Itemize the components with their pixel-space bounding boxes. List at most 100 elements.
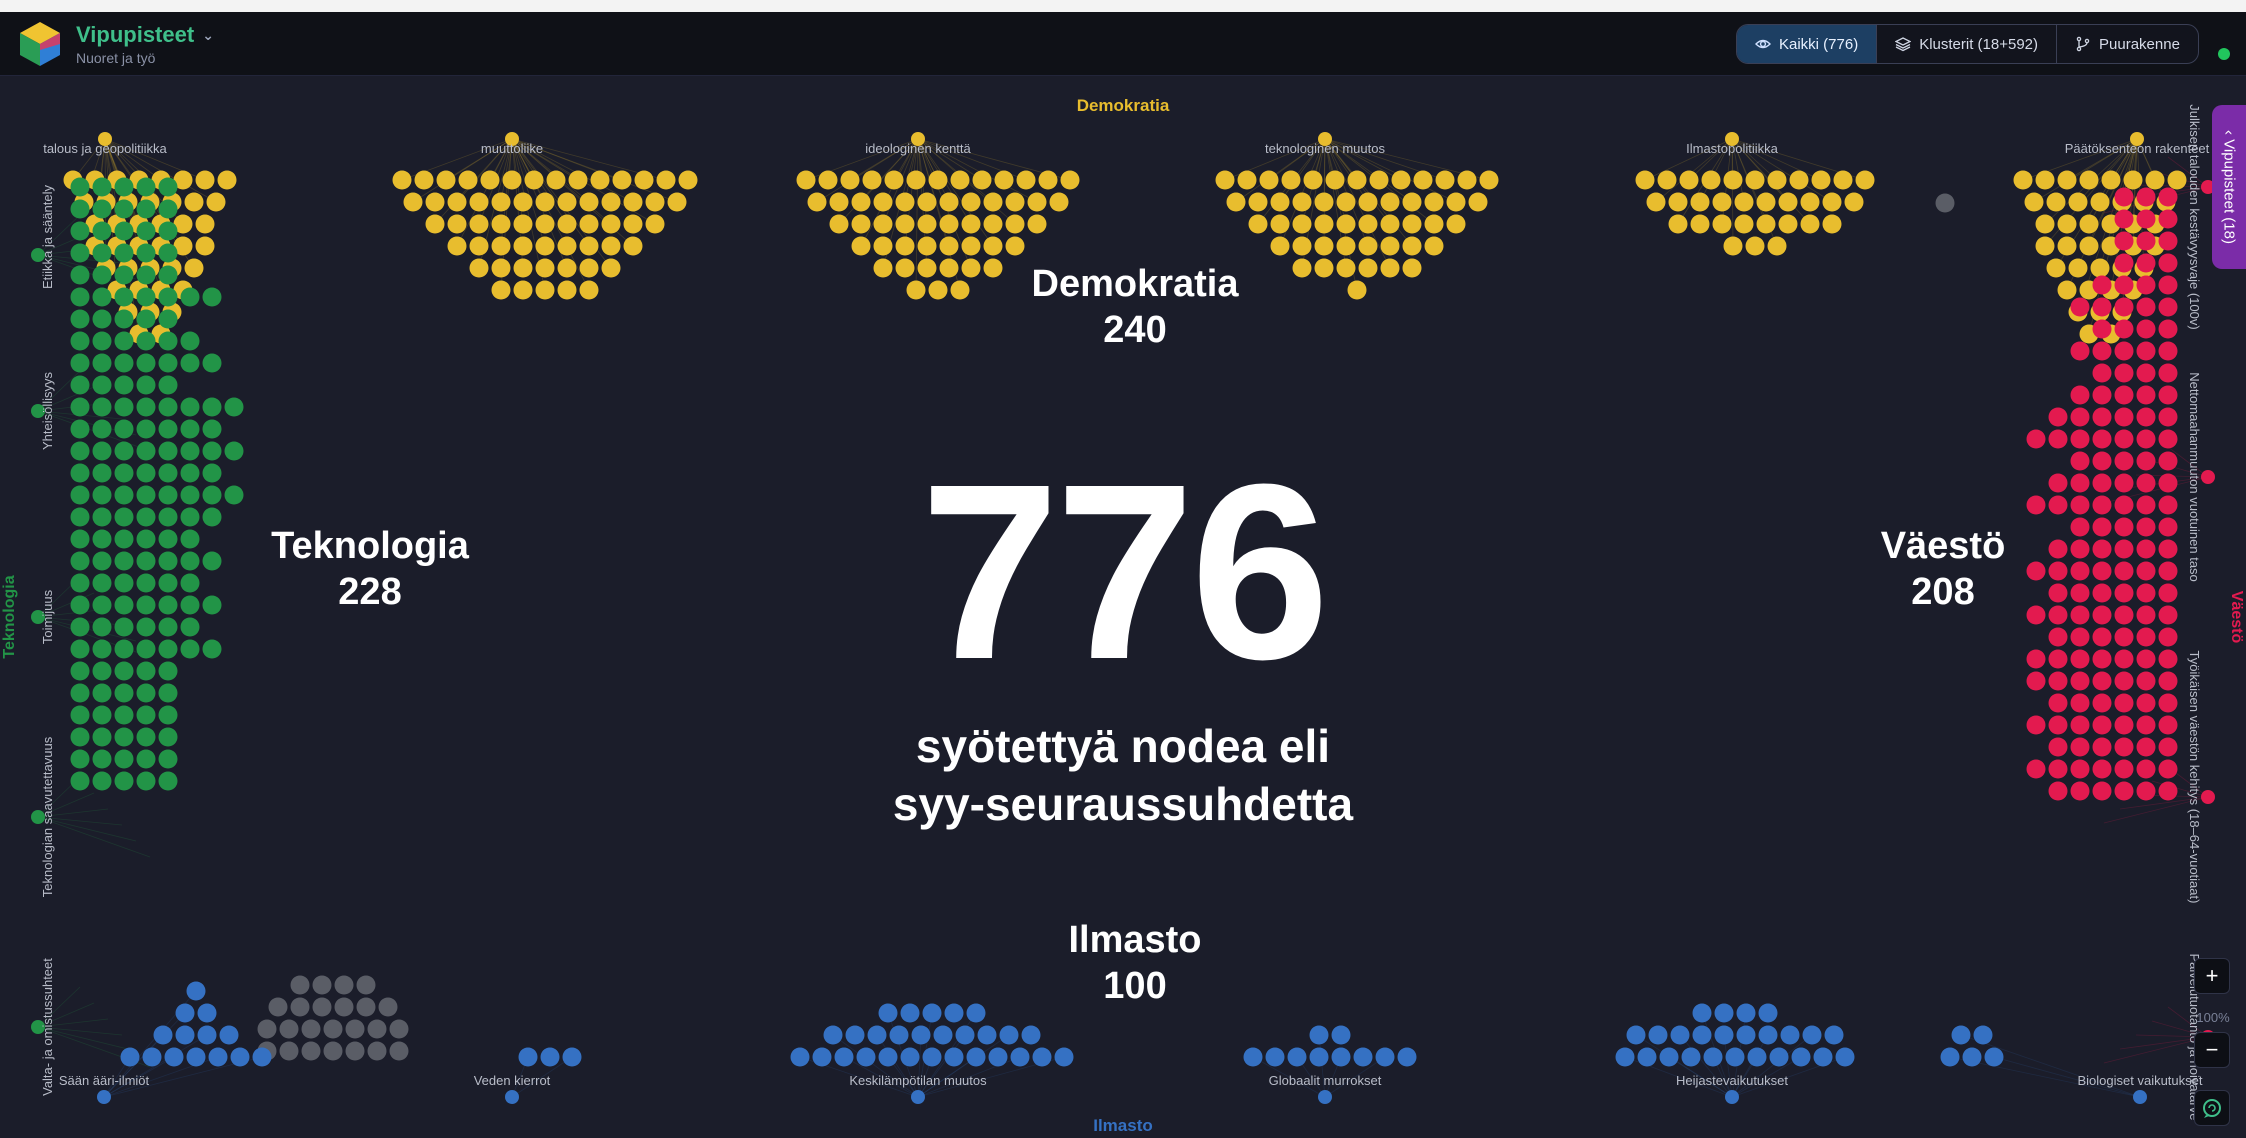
demokratia-node[interactable] (1292, 214, 1312, 234)
demokratia-node[interactable] (961, 192, 981, 212)
teknologia-node[interactable] (114, 287, 134, 307)
teknologia-node[interactable] (180, 353, 200, 373)
unassigned-node[interactable] (345, 1041, 365, 1061)
ilmasto-node[interactable] (966, 1047, 986, 1067)
vaesto-node[interactable] (2158, 319, 2178, 339)
vaesto-node[interactable] (2114, 297, 2134, 317)
demokratia-node[interactable] (1358, 214, 1378, 234)
demokratia-node[interactable] (656, 170, 676, 190)
app-logo-icon[interactable] (18, 20, 62, 68)
teknologia-node[interactable] (136, 375, 156, 395)
teknologia-node[interactable] (136, 309, 156, 329)
teknologia-node[interactable] (158, 265, 178, 285)
ilmasto-node[interactable] (1813, 1047, 1833, 1067)
vaesto-node[interactable] (2092, 275, 2112, 295)
demokratia-node[interactable] (983, 258, 1003, 278)
demokratia-node[interactable] (491, 258, 511, 278)
demokratia-node[interactable] (447, 236, 467, 256)
demokratia-node[interactable] (917, 192, 937, 212)
unassigned-node[interactable] (334, 975, 354, 995)
ilmasto-node[interactable] (999, 1025, 1019, 1045)
demokratia-node[interactable] (1248, 214, 1268, 234)
teknologia-node[interactable] (114, 243, 134, 263)
demokratia-node[interactable] (2079, 170, 2099, 190)
vaesto-node[interactable] (2070, 429, 2090, 449)
teknologia-node[interactable] (92, 331, 112, 351)
demokratia-node[interactable] (1259, 170, 1279, 190)
teknologia-node[interactable] (70, 375, 90, 395)
ilmasto-node[interactable] (1265, 1047, 1285, 1067)
demokratia-node[interactable] (1226, 192, 1246, 212)
demokratia-node[interactable] (1402, 258, 1422, 278)
unassigned-node[interactable] (312, 997, 332, 1017)
vaesto-node[interactable] (2158, 385, 2178, 405)
vaesto-node[interactable] (2158, 297, 2178, 317)
ilmasto-node[interactable] (219, 1025, 239, 1045)
demokratia-node[interactable] (217, 170, 237, 190)
vaesto-node[interactable] (2114, 341, 2134, 361)
ilmasto-node[interactable] (988, 1047, 1008, 1067)
unassigned-node[interactable] (378, 997, 398, 1017)
demokratia-node[interactable] (1027, 214, 1047, 234)
demokratia-node[interactable] (818, 170, 838, 190)
demokratia-node[interactable] (1822, 214, 1842, 234)
demokratia-node[interactable] (917, 258, 937, 278)
demokratia-node[interactable] (1745, 236, 1765, 256)
demokratia-node[interactable] (2101, 170, 2121, 190)
ilmasto-node[interactable] (1984, 1047, 2004, 1067)
ilmasto-node[interactable] (1309, 1025, 1329, 1045)
demokratia-node[interactable] (1723, 236, 1743, 256)
ilmasto-node[interactable] (922, 1003, 942, 1023)
demokratia-node[interactable] (491, 192, 511, 212)
ilmasto-node[interactable] (845, 1025, 865, 1045)
ilmasto-node[interactable] (540, 1047, 560, 1067)
vaesto-node[interactable] (2136, 297, 2156, 317)
demokratia-node[interactable] (623, 214, 643, 234)
ilmasto-node[interactable] (1331, 1047, 1351, 1067)
demokratia-node[interactable] (873, 192, 893, 212)
demokratia-node[interactable] (436, 170, 456, 190)
ilmasto-node[interactable] (922, 1047, 942, 1067)
demokratia-node[interactable] (983, 192, 1003, 212)
ilmasto-node[interactable] (1681, 1047, 1701, 1067)
teknologia-node[interactable] (180, 331, 200, 351)
ilmasto-node[interactable] (1951, 1025, 1971, 1045)
demokratia-node[interactable] (1380, 214, 1400, 234)
vaesto-node[interactable] (2070, 341, 2090, 361)
ilmasto-node[interactable] (175, 1003, 195, 1023)
teknologia-node[interactable] (202, 397, 222, 417)
demokratia-node[interactable] (961, 236, 981, 256)
vaesto-node[interactable] (2048, 407, 2068, 427)
unassigned-node[interactable] (323, 1019, 343, 1039)
ilmasto-node[interactable] (1615, 1047, 1635, 1067)
ilmasto-node[interactable] (1703, 1047, 1723, 1067)
demokratia-node[interactable] (1767, 236, 1787, 256)
ilmasto-node[interactable] (1769, 1047, 1789, 1067)
demokratia-node[interactable] (1314, 192, 1334, 212)
demokratia-node[interactable] (469, 214, 489, 234)
demokratia-node[interactable] (1292, 236, 1312, 256)
ilmasto-node[interactable] (197, 1003, 217, 1023)
demokratia-node[interactable] (2090, 258, 2110, 278)
demokratia-node[interactable] (1038, 170, 1058, 190)
ilmasto-node[interactable] (1714, 1003, 1734, 1023)
demokratia-node[interactable] (1778, 214, 1798, 234)
demokratia-node[interactable] (2024, 192, 2044, 212)
ilmasto-node[interactable] (1659, 1047, 1679, 1067)
unassigned-node[interactable] (1935, 193, 1955, 213)
demokratia-node[interactable] (601, 236, 621, 256)
demokratia-node[interactable] (1358, 258, 1378, 278)
demokratia-node[interactable] (195, 214, 215, 234)
demokratia-node[interactable] (2090, 192, 2110, 212)
demokratia-node[interactable] (601, 192, 621, 212)
demokratia-node[interactable] (1380, 236, 1400, 256)
teknologia-node[interactable] (158, 221, 178, 241)
vaesto-node[interactable] (2136, 231, 2156, 251)
teknologia-node[interactable] (202, 419, 222, 439)
demokratia-node[interactable] (535, 258, 555, 278)
demokratia-node[interactable] (1701, 170, 1721, 190)
vaesto-node[interactable] (2048, 429, 2068, 449)
view-clusters-button[interactable]: Klusterit (18+592) (1877, 25, 2058, 63)
demokratia-node[interactable] (557, 214, 577, 234)
demokratia-node[interactable] (1690, 214, 1710, 234)
